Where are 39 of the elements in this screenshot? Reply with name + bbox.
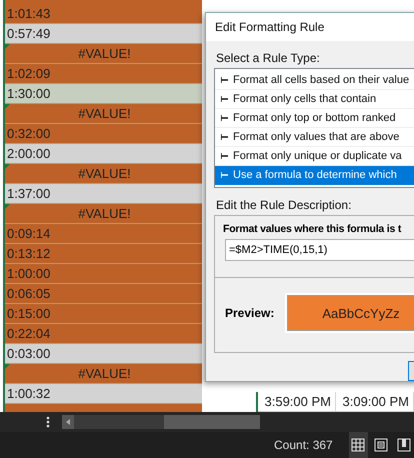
arrow-icon [221,96,229,102]
rule-type-item[interactable]: Use a formula to determine which [215,166,414,186]
description-label: Edit the Rule Description: [216,198,352,212]
preview-label: Preview: [225,306,276,320]
error-indicator-icon [5,164,10,169]
more-icon[interactable] [46,416,50,428]
table-cell: 1:00:32 [5,384,202,404]
table-cell: 0:57:49 [5,24,202,44]
error-cell: #VALUE! [5,364,202,384]
grid-icon [351,438,366,452]
formula-field[interactable]: =$M2>TIME(0,15,1) [225,239,414,262]
error-cell: #VALUE! [5,204,202,224]
page-break-icon [397,438,412,452]
page-icon [374,438,388,452]
error-cell: #VALUE! [5,164,202,184]
error-indicator-icon [5,44,10,49]
arrow-icon [221,134,229,140]
table-cell: 1:30:00 [5,84,202,104]
error-indicator-icon [5,364,10,369]
table-cell: 0:03:00 [5,344,202,364]
arrow-icon [221,172,229,178]
error-indicator-icon [5,204,10,209]
table-cell: 1:37:00 [5,184,202,204]
scroll-left-icon[interactable] [62,415,74,429]
formula-label: Format values where this formula is t [223,223,402,236]
table-cell: 2:00:00 [5,144,202,164]
arrow-icon [221,153,229,160]
error-cell: #VALUE! [5,44,202,64]
horizontal-scrollbar[interactable] [62,415,260,429]
arrow-icon [221,115,229,122]
rule-type-label: Select a Rule Type: [216,51,321,66]
error-indicator-icon [5,104,10,109]
arrow-icon [221,77,229,84]
dialog-title: Edit Formatting Rule [206,13,414,42]
view-button[interactable] [348,432,368,458]
error-cell: #VALUE! [5,104,202,124]
count-text: Count: 367 [274,438,333,452]
scrollbar-thumb[interactable] [164,415,260,429]
preview-box: AaBbCcYyZz [287,295,414,332]
